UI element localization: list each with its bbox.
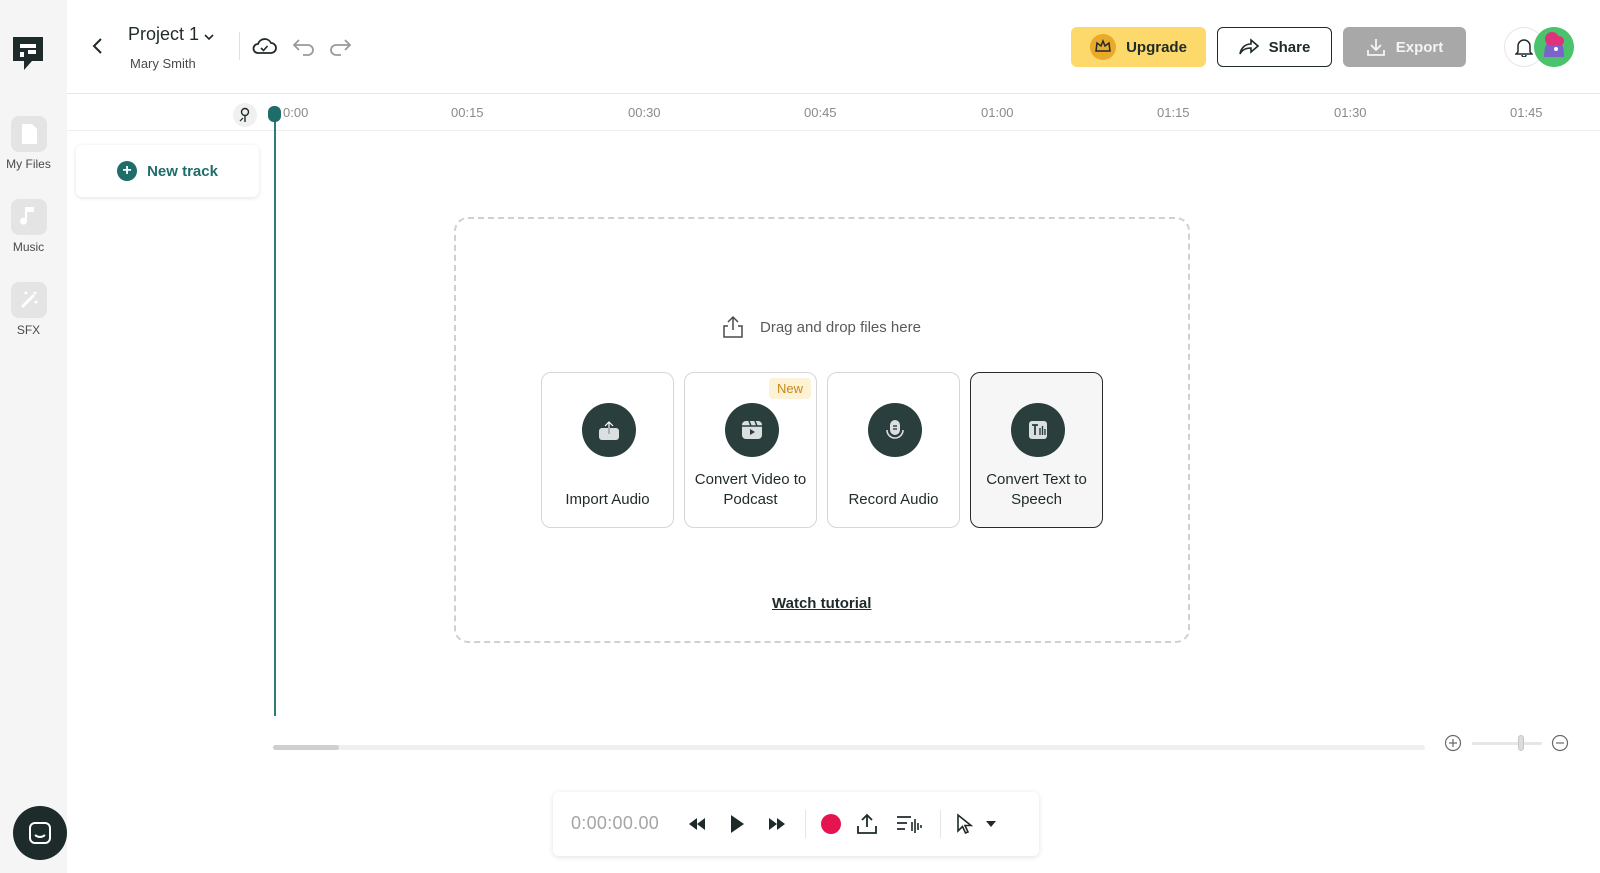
tick-label: 01:15 xyxy=(1157,105,1190,120)
share-label: Share xyxy=(1268,38,1311,56)
upgrade-button[interactable]: Upgrade xyxy=(1071,27,1206,67)
cursor-tool-icon[interactable] xyxy=(951,810,979,838)
bell-icon xyxy=(1515,39,1533,57)
new-badge: New xyxy=(768,378,811,399)
new-track-label: New track xyxy=(147,162,218,180)
tick-label: 01:30 xyxy=(1334,105,1367,120)
chevron-down-icon[interactable] xyxy=(977,810,1005,838)
upload-icon[interactable] xyxy=(853,810,881,838)
magic-wand-icon xyxy=(10,282,47,318)
export-button[interactable]: Export xyxy=(1343,27,1466,67)
download-icon xyxy=(1366,39,1385,56)
chevron-down-icon[interactable] xyxy=(203,30,215,42)
sidebar-item-sfx[interactable]: SFX xyxy=(0,282,57,337)
microphone-icon xyxy=(868,403,922,457)
transport-bar: 0:00:00.00 xyxy=(553,792,1039,856)
card-label: Import Audio xyxy=(565,491,650,508)
record-button[interactable] xyxy=(817,810,845,838)
text-to-speech-card[interactable]: Convert Text to Speech xyxy=(970,372,1103,528)
undo-icon[interactable] xyxy=(291,34,317,58)
share-button[interactable]: Share xyxy=(1217,27,1332,67)
divider xyxy=(805,810,806,838)
project-title[interactable]: Project 1 xyxy=(128,24,199,45)
scrollbar-thumb[interactable] xyxy=(273,745,339,750)
fast-forward-icon[interactable] xyxy=(763,810,791,838)
record-icon xyxy=(821,814,841,834)
import-audio-card[interactable]: Import Audio xyxy=(541,372,674,528)
sidebar-item-my-files[interactable]: My Files xyxy=(0,116,57,171)
sidebar-item-label: SFX xyxy=(16,323,41,337)
tick-label: 01:45 xyxy=(1510,105,1543,120)
sidebar-item-label: Music xyxy=(12,240,45,254)
rewind-icon[interactable] xyxy=(683,810,711,838)
upgrade-label: Upgrade xyxy=(1126,38,1187,56)
left-sidebar: My Files Music SFX xyxy=(0,0,67,873)
tick-label: 0:00 xyxy=(283,105,309,120)
audio-levels-icon[interactable] xyxy=(895,810,923,838)
playhead-line[interactable] xyxy=(274,106,276,716)
card-label: Convert Text to Speech xyxy=(986,471,1087,508)
zoom-slider-handle[interactable] xyxy=(1518,735,1524,751)
record-audio-card[interactable]: Record Audio xyxy=(827,372,960,528)
timeline-ruler[interactable]: 0:00 00:15 00:30 00:45 01:00 01:15 01:30… xyxy=(67,95,1600,131)
app-logo[interactable] xyxy=(10,34,48,74)
chat-icon xyxy=(29,822,51,844)
divider xyxy=(940,810,941,838)
divider xyxy=(239,32,240,60)
new-track-button[interactable]: + New track xyxy=(76,145,259,197)
plus-icon: + xyxy=(117,161,138,181)
zoom-slider-track[interactable] xyxy=(1472,742,1542,745)
export-label: Export xyxy=(1395,38,1444,56)
sidebar-item-music[interactable]: Music xyxy=(0,199,57,254)
tick-label: 00:30 xyxy=(628,105,661,120)
upload-cloud-icon xyxy=(723,315,743,338)
music-note-icon xyxy=(10,199,47,235)
file-icon xyxy=(10,116,47,152)
play-icon[interactable] xyxy=(723,810,751,838)
drag-drop-hint: Drag and drop files here xyxy=(720,314,921,340)
convert-video-card[interactable]: New Convert Video to Podcast xyxy=(684,372,817,528)
sidebar-item-label: My Files xyxy=(6,157,51,171)
card-label: Convert Video to Podcast xyxy=(694,471,807,508)
watch-tutorial-link[interactable]: Watch tutorial xyxy=(772,595,871,612)
card-label: Record Audio xyxy=(848,491,939,508)
redo-icon[interactable] xyxy=(327,34,353,58)
top-header: Project 1 Mary Smith Upgrade Share Expor… xyxy=(67,0,1600,94)
drag-drop-text: Drag and drop files here xyxy=(760,318,921,336)
zoom-out-icon[interactable] xyxy=(1551,734,1569,752)
cloud-sync-icon[interactable] xyxy=(251,34,277,58)
zoom-in-icon[interactable] xyxy=(1444,734,1462,752)
project-owner: Mary Smith xyxy=(130,56,196,71)
playback-time: 0:00:00.00 xyxy=(571,813,660,833)
tick-label: 00:15 xyxy=(451,105,484,120)
snap-pin-icon[interactable] xyxy=(233,103,257,127)
back-icon[interactable] xyxy=(88,36,108,56)
share-icon xyxy=(1238,38,1259,55)
crown-icon xyxy=(1090,34,1117,60)
tick-label: 01:00 xyxy=(981,105,1014,120)
playhead-handle[interactable] xyxy=(268,106,281,122)
text-to-speech-icon xyxy=(1011,403,1065,457)
chat-support-button[interactable] xyxy=(13,806,67,860)
avatar[interactable] xyxy=(1534,27,1574,67)
upload-icon xyxy=(582,403,636,457)
tick-label: 00:45 xyxy=(804,105,837,120)
timeline-scrollbar[interactable] xyxy=(273,745,1425,750)
video-icon xyxy=(725,403,779,457)
